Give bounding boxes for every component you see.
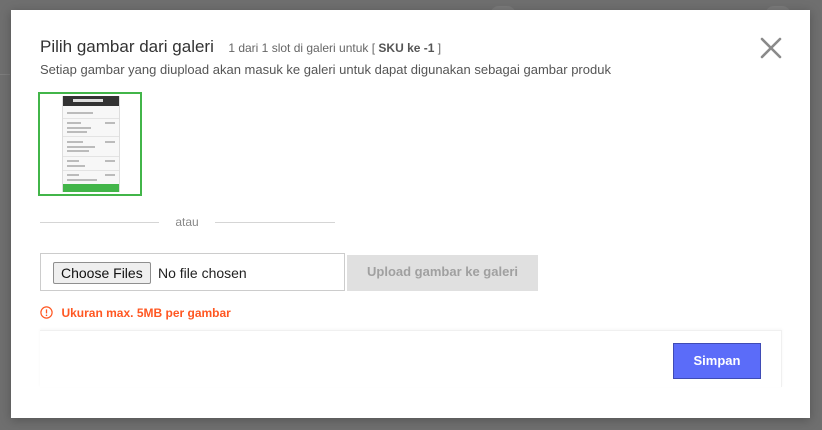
no-file-label: No file chosen	[158, 265, 247, 281]
thumbnail-button	[63, 184, 119, 192]
close-button[interactable]	[757, 34, 785, 62]
thumbnail-header	[63, 96, 119, 106]
save-button[interactable]: Simpan	[673, 343, 761, 379]
divider-line-right	[215, 222, 335, 223]
divider-text: atau	[175, 215, 199, 229]
thumbnail-image	[62, 96, 120, 192]
slot-sku: SKU ke -1	[378, 41, 435, 55]
background-divider	[0, 74, 10, 75]
file-size-warning: Ukuran max. 5MB per gambar	[40, 304, 231, 322]
slot-info: 1 dari 1 slot di galeri untuk [ SKU ke -…	[228, 41, 441, 55]
dialog-title: Pilih gambar dari galeri	[40, 37, 214, 56]
file-upload-field[interactable]: Choose Files No file chosen	[40, 253, 345, 291]
slot-info-suffix: ]	[437, 41, 442, 55]
dialog-header: Pilih gambar dari galeri 1 dari 1 slot d…	[40, 37, 441, 57]
warning-text: Ukuran max. 5MB per gambar	[61, 305, 231, 320]
dialog-footer: Simpan	[40, 330, 782, 387]
upload-to-gallery-button[interactable]: Upload gambar ke galeri	[347, 255, 538, 291]
info-circle-icon	[40, 306, 53, 319]
dialog-subtitle: Setiap gambar yang diupload akan masuk k…	[40, 62, 611, 77]
gallery-dialog: Pilih gambar dari galeri 1 dari 1 slot d…	[11, 10, 810, 418]
close-icon	[760, 37, 782, 59]
divider-line-left	[40, 222, 159, 223]
slot-info-prefix: 1 dari 1 slot di galeri untuk [	[228, 41, 376, 55]
gallery-thumbnail-selected[interactable]	[38, 92, 142, 196]
choose-files-button[interactable]: Choose Files	[53, 262, 151, 284]
